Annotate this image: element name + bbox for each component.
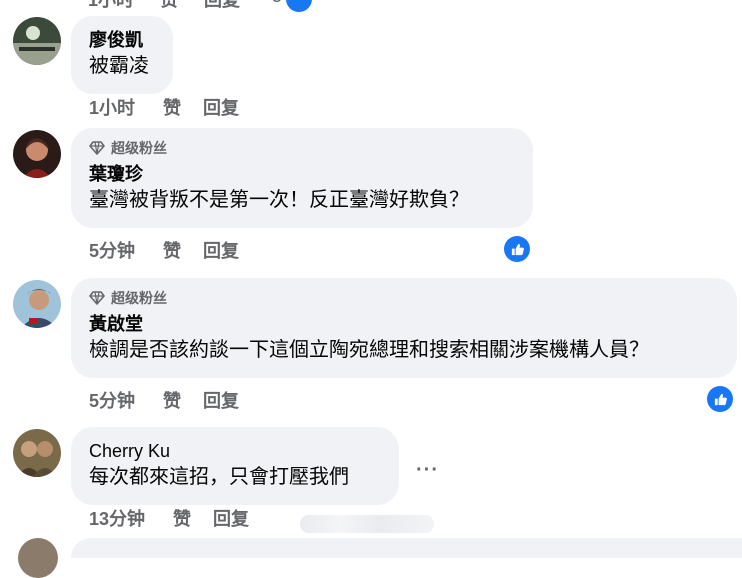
diamond-icon bbox=[89, 141, 105, 155]
avatar[interactable] bbox=[13, 280, 61, 328]
timestamp: 1小时 bbox=[88, 0, 135, 10]
diamond-icon bbox=[89, 291, 105, 305]
reply-link[interactable]: 回复 bbox=[213, 507, 249, 531]
comment-actions: 1小时 赞 回复 bbox=[89, 96, 267, 120]
avatar[interactable] bbox=[13, 429, 61, 477]
timestamp[interactable]: 13分钟 bbox=[89, 507, 145, 531]
comment-bubble: Cherry Ku 每次都來這招，只會打壓我們 bbox=[71, 427, 399, 505]
comment-text: 檢調是否該約談一下這個立陶宛總理和搜索相關涉案機構人員？ bbox=[89, 339, 649, 361]
avatar[interactable] bbox=[13, 130, 61, 178]
comment-author[interactable]: Cherry Ku bbox=[89, 439, 381, 463]
comment-bubble: 廖俊凱 被霸凌 bbox=[71, 16, 173, 94]
reply-link[interactable]: 回复 bbox=[203, 389, 239, 413]
reply-link[interactable]: 回复 bbox=[203, 96, 239, 120]
timestamp[interactable]: 1小时 bbox=[89, 96, 135, 120]
comment-bubble bbox=[71, 538, 742, 558]
previous-comment-actions: 1小时 赞 回复 5 bbox=[0, 0, 742, 12]
badge-label: 超级粉丝 bbox=[111, 290, 167, 306]
like-reaction[interactable] bbox=[504, 236, 530, 262]
comment-bubble: 超级粉丝 黃啟堂 檢調是否該約談一下這個立陶宛總理和搜索相關涉案機構人員？ bbox=[71, 278, 737, 378]
avatar[interactable] bbox=[13, 17, 61, 65]
avatar[interactable] bbox=[18, 538, 58, 578]
comment-text: 臺灣被背叛不是第一次！反正臺灣好欺負？ bbox=[89, 189, 469, 211]
like-reaction[interactable] bbox=[707, 386, 733, 412]
comment-text: 被霸凌 bbox=[89, 55, 149, 77]
like-link[interactable]: 赞 bbox=[173, 507, 191, 531]
timestamp[interactable]: 5分钟 bbox=[89, 389, 135, 413]
top-fan-badge: 超级粉丝 bbox=[89, 288, 719, 308]
comment-author[interactable]: 廖俊凱 bbox=[89, 28, 155, 52]
comment-author[interactable]: 葉瓊珍 bbox=[89, 162, 515, 186]
like-reaction-icon bbox=[286, 0, 312, 12]
like-link[interactable]: 赞 bbox=[163, 96, 181, 120]
like-link[interactable]: 赞 bbox=[160, 0, 178, 12]
like-link[interactable]: 赞 bbox=[163, 239, 181, 263]
comment-text: 每次都來這招，只會打壓我們 bbox=[89, 466, 349, 488]
timestamp[interactable]: 5分钟 bbox=[89, 239, 135, 263]
reply-link[interactable]: 回复 bbox=[204, 0, 240, 12]
comment-actions: 5分钟 赞 回复 bbox=[89, 389, 267, 413]
watermark bbox=[300, 515, 434, 533]
like-link[interactable]: 赞 bbox=[163, 389, 181, 413]
thumbs-up-icon bbox=[511, 243, 524, 255]
thumbs-up-icon bbox=[714, 393, 727, 405]
reaction-count: 5 bbox=[272, 0, 282, 7]
comment-actions: 5分钟 赞 回复 bbox=[89, 239, 267, 263]
reply-link[interactable]: 回复 bbox=[203, 239, 239, 263]
top-fan-badge: 超级粉丝 bbox=[89, 138, 515, 158]
comment-author[interactable]: 黃啟堂 bbox=[89, 312, 719, 336]
comment-bubble: 超级粉丝 葉瓊珍 臺灣被背叛不是第一次！反正臺灣好欺負？ bbox=[71, 128, 533, 228]
comment-actions: 13分钟 赞 回复 bbox=[89, 507, 277, 531]
badge-label: 超级粉丝 bbox=[111, 140, 167, 156]
more-options-button[interactable]: ··· bbox=[416, 459, 439, 482]
